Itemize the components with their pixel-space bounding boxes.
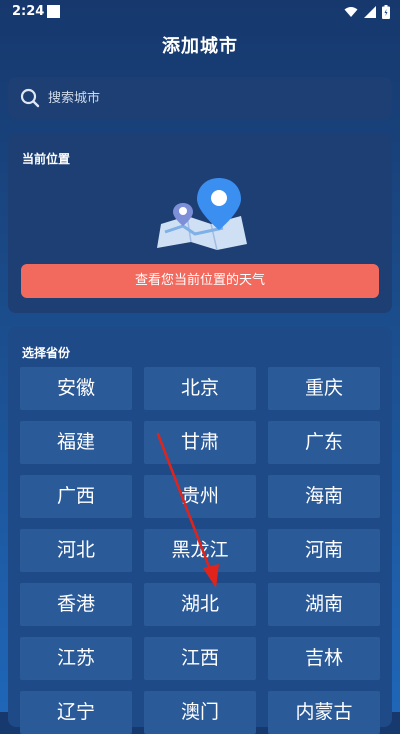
province-button[interactable]: 江苏 xyxy=(20,637,132,680)
province-button[interactable]: 广东 xyxy=(268,421,380,464)
province-button-hubei[interactable]: 湖北 xyxy=(144,583,256,626)
province-button[interactable]: 重庆 xyxy=(268,367,380,410)
status-bar: 2:24 xyxy=(0,0,400,24)
province-button[interactable]: 北京 xyxy=(144,367,256,410)
status-icons xyxy=(344,5,390,19)
province-button[interactable]: 河北 xyxy=(20,529,132,572)
current-location-heading: 当前位置 xyxy=(22,152,71,166)
search-input[interactable] xyxy=(46,82,370,114)
locate-weather-button[interactable]: 查看您当前位置的天气 xyxy=(21,264,379,298)
province-card: 选择省份 安徽 北京 重庆 福建 甘肃 广东 广西 贵州 海南 河北 黑龙江 河… xyxy=(8,327,392,734)
map-pin-icon xyxy=(157,178,247,250)
province-button[interactable]: 内蒙古 xyxy=(268,691,380,734)
province-grid: 安徽 北京 重庆 福建 甘肃 广东 广西 贵州 海南 河北 黑龙江 河南 香港 … xyxy=(20,367,380,734)
current-location-card: 当前位置 查看您当前位置的天气 xyxy=(8,133,392,313)
wifi-icon xyxy=(344,7,358,17)
province-button[interactable]: 辽宁 xyxy=(20,691,132,734)
province-button[interactable]: 香港 xyxy=(20,583,132,626)
search-icon xyxy=(20,88,40,108)
province-button[interactable]: 黑龙江 xyxy=(144,529,256,572)
province-button[interactable]: 吉林 xyxy=(268,637,380,680)
province-button[interactable]: 福建 xyxy=(20,421,132,464)
page-title: 添加城市 xyxy=(162,36,238,57)
status-time: 2:24 xyxy=(12,4,45,19)
signal-icon xyxy=(364,6,376,18)
province-button[interactable]: 澳门 xyxy=(144,691,256,734)
province-heading: 选择省份 xyxy=(22,346,71,360)
search-bar[interactable] xyxy=(8,77,392,119)
province-button[interactable]: 广西 xyxy=(20,475,132,518)
province-button[interactable]: 贵州 xyxy=(144,475,256,518)
province-button[interactable]: 海南 xyxy=(268,475,380,518)
province-button[interactable]: 安徽 xyxy=(20,367,132,410)
province-button[interactable]: 甘肃 xyxy=(144,421,256,464)
province-button[interactable]: 河南 xyxy=(268,529,380,572)
province-button[interactable]: 江西 xyxy=(144,637,256,680)
province-button[interactable]: 湖南 xyxy=(268,583,380,626)
notification-icon xyxy=(47,5,60,18)
battery-icon xyxy=(382,5,390,19)
